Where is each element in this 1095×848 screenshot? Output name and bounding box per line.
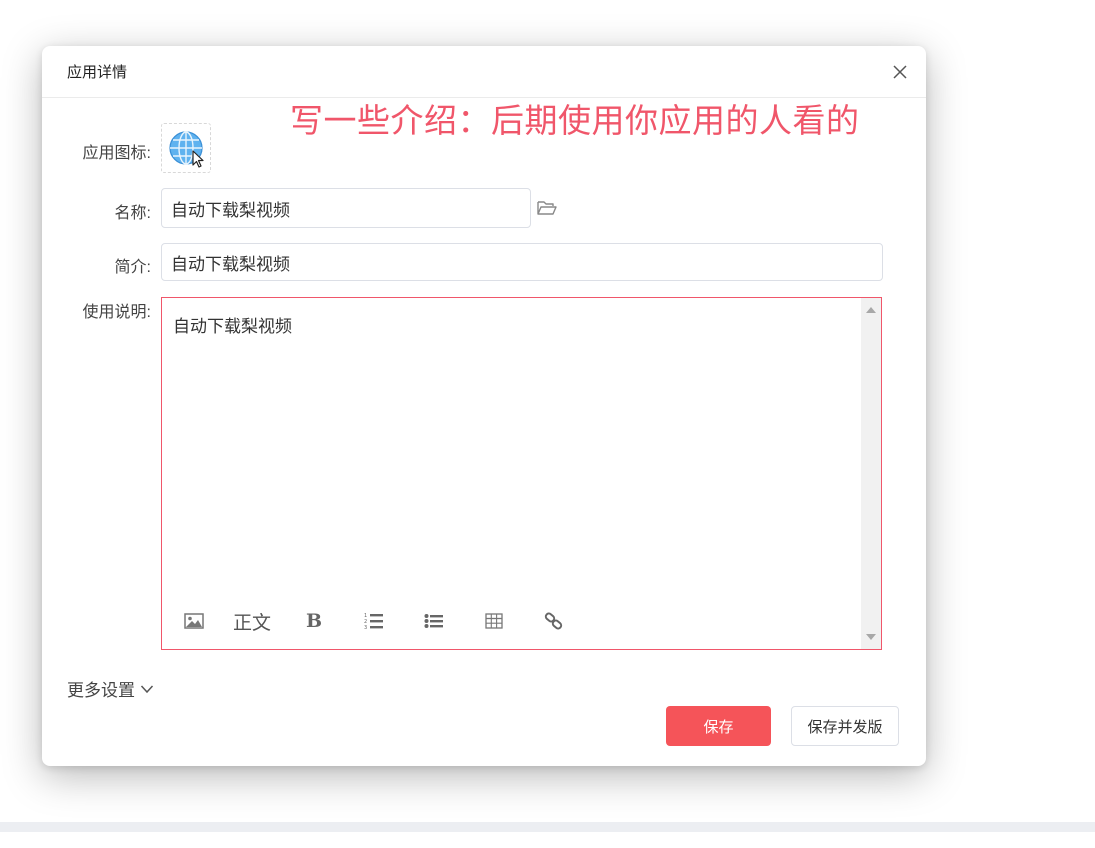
- unordered-list-button[interactable]: [404, 607, 464, 635]
- app-icon-picker[interactable]: [161, 123, 211, 173]
- more-settings-label: 更多设置: [67, 681, 135, 700]
- save-and-publish-button[interactable]: 保存并发版: [791, 706, 899, 746]
- editor-toolbar: 正文 B 1 2 3: [172, 607, 584, 635]
- chevron-down-icon: [140, 684, 154, 693]
- paragraph-format-button[interactable]: 正文: [220, 607, 284, 635]
- name-input[interactable]: [161, 188, 531, 228]
- folder-open-icon: [537, 201, 557, 215]
- app-detail-dialog: 应用详情 写一些介绍：后期使用你应用的人看的 应用图标: 名称: 简介: 使用说…: [42, 46, 926, 766]
- scroll-up-icon[interactable]: [866, 307, 876, 313]
- editor-content[interactable]: 自动下载梨视频: [173, 312, 292, 337]
- close-button[interactable]: [890, 62, 910, 82]
- table-icon: [485, 613, 503, 629]
- ordered-list-button[interactable]: 1 2 3: [344, 607, 404, 635]
- annotation-note: 写一些介绍：后期使用你应用的人看的: [290, 102, 860, 139]
- editor-scrollbar[interactable]: [861, 298, 881, 649]
- insert-link-button[interactable]: [524, 607, 584, 635]
- usage-rich-editor[interactable]: 自动下载梨视频 正文 B 1 2 3: [161, 297, 882, 650]
- scroll-down-icon[interactable]: [866, 634, 876, 640]
- page-bottom-strip: [0, 822, 1095, 832]
- name-label: 名称:: [114, 205, 151, 222]
- ordered-list-icon: 1 2 3: [364, 613, 383, 630]
- bold-button[interactable]: B: [284, 607, 344, 635]
- close-icon: [893, 65, 907, 79]
- unordered-list-icon: [424, 614, 443, 628]
- globe-icon: [169, 131, 204, 168]
- insert-image-button[interactable]: [172, 607, 216, 635]
- icon-label: 应用图标:: [82, 145, 151, 162]
- folder-button[interactable]: [536, 198, 558, 218]
- image-icon: [184, 613, 204, 629]
- svg-text:3: 3: [364, 625, 367, 630]
- dialog-title: 应用详情: [67, 64, 128, 81]
- link-icon: [544, 612, 563, 630]
- intro-label: 简介:: [114, 259, 151, 276]
- intro-input[interactable]: [161, 243, 883, 281]
- dialog-header: 应用详情: [42, 46, 926, 98]
- insert-table-button[interactable]: [464, 607, 524, 635]
- usage-label: 使用说明:: [82, 304, 151, 321]
- more-settings-toggle[interactable]: 更多设置: [67, 676, 154, 701]
- save-button[interactable]: 保存: [666, 706, 771, 746]
